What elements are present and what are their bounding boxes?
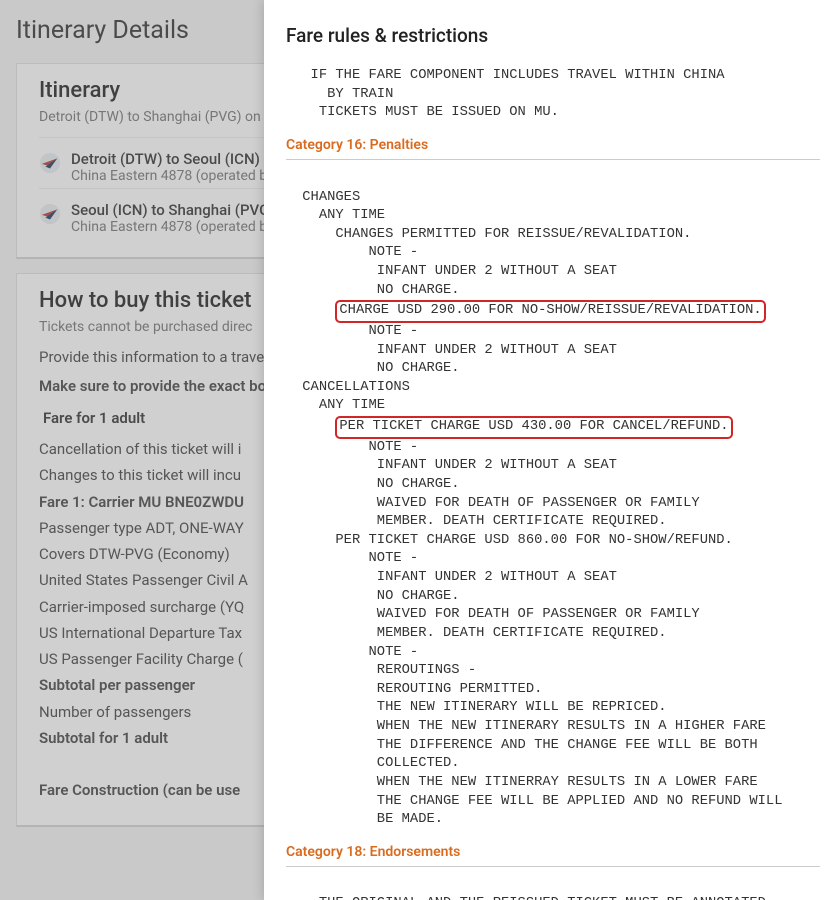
category-16-heading: Category 16: Penalties [286, 137, 820, 160]
penalties-post: NOTE - INFANT UNDER 2 WITHOUT A SEAT NO … [294, 440, 783, 828]
penalties-pre1: CHANGES ANY TIME CHANGES PERMITTED FOR R… [294, 190, 691, 298]
endorsements-body: THE ORIGINAL AND THE REISSUED TICKET MUS… [286, 877, 832, 900]
modal-title: Fare rules & restrictions [286, 24, 832, 47]
penalties-body: CHANGES ANY TIME CHANGES PERMITTED FOR R… [286, 170, 832, 830]
highlight-charge-cancel: PER TICKET CHARGE USD 430.00 FOR CANCEL/… [335, 416, 732, 439]
fare-rules-modal: Fare rules & restrictions IF THE FARE CO… [264, 0, 832, 900]
category-18-heading: Category 18: Endorsements [286, 844, 820, 867]
highlight-charge-reissue: CHARGE USD 290.00 FOR NO-SHOW/REISSUE/RE… [335, 300, 765, 323]
penalties-mid1: NOTE - INFANT UNDER 2 WITHOUT A SEAT NO … [294, 324, 617, 414]
fare-rules-intro: IF THE FARE COMPONENT INCLUDES TRAVEL WI… [286, 67, 832, 123]
